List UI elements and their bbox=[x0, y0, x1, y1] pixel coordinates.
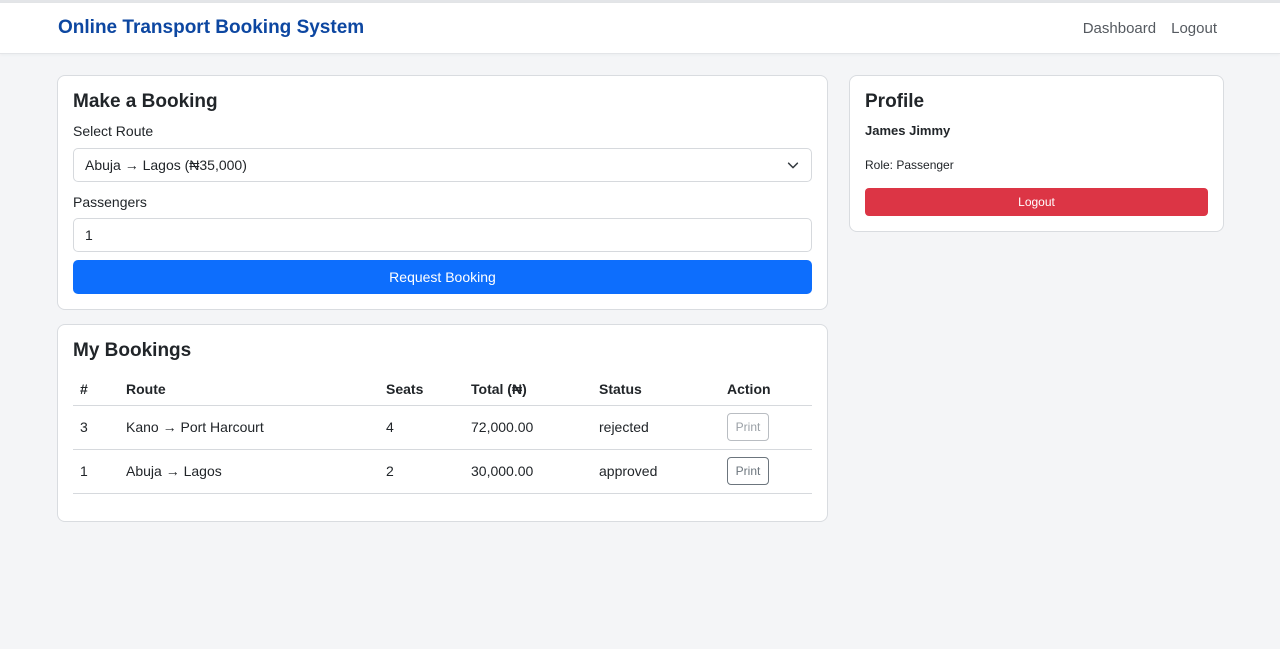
profile-name: James Jimmy bbox=[865, 123, 951, 138]
cell-action: Print bbox=[720, 449, 812, 494]
cell-total: 72,000.00 bbox=[464, 405, 592, 450]
cell-status: rejected bbox=[592, 405, 720, 450]
col-header-status: Status bbox=[592, 373, 720, 406]
nav-dashboard-link[interactable]: Dashboard bbox=[1083, 20, 1156, 37]
brand-title[interactable]: Online Transport Booking System bbox=[58, 17, 364, 39]
nav-links: Dashboard Logout bbox=[1083, 20, 1217, 37]
passengers-value: 1 bbox=[85, 227, 93, 243]
route-select[interactable]: Abuja → Lagos (₦35,000) bbox=[73, 148, 812, 182]
profile-logout-button[interactable]: Logout bbox=[865, 188, 1208, 216]
cell-route: Kano → Port Harcourt bbox=[119, 405, 379, 450]
bookings-table: # Route Seats Total (₦) Status Action 3 … bbox=[73, 373, 812, 494]
passengers-label: Passengers bbox=[73, 194, 147, 210]
cell-action: Print bbox=[720, 405, 812, 450]
top-navbar: Online Transport Booking System Dashboar… bbox=[0, 3, 1280, 54]
cell-status: approved bbox=[592, 449, 720, 494]
col-header-seats: Seats bbox=[379, 373, 464, 406]
route-label: Select Route bbox=[73, 123, 154, 139]
route-select-value: Abuja → Lagos (₦35,000) bbox=[85, 157, 247, 173]
cell-id: 1 bbox=[73, 449, 119, 494]
cell-seats: 2 bbox=[379, 449, 464, 494]
nav-logout-link[interactable]: Logout bbox=[1171, 20, 1217, 37]
cell-total: 30,000.00 bbox=[464, 449, 592, 494]
col-header-route: Route bbox=[119, 373, 379, 406]
chevron-down-icon bbox=[787, 162, 799, 169]
col-header-id: # bbox=[73, 373, 119, 406]
my-bookings-card: My Bookings # Route Seats Total (₦) Stat… bbox=[57, 324, 828, 522]
col-header-total: Total (₦) bbox=[464, 373, 592, 406]
profile-title: Profile bbox=[865, 91, 925, 112]
table-row: 3 Kano → Port Harcourt 4 72,000.00 rejec… bbox=[73, 405, 812, 450]
table-header-row: # Route Seats Total (₦) Status Action bbox=[73, 373, 812, 406]
make-booking-card: Make a Booking Select Route Abuja → Lago… bbox=[57, 75, 828, 310]
print-button[interactable]: Print bbox=[727, 457, 769, 485]
profile-role: Role: Passenger bbox=[865, 158, 954, 172]
passengers-input[interactable]: 1 bbox=[73, 218, 812, 252]
table-row: 1 Abuja → Lagos 2 30,000.00 approved Pri… bbox=[73, 449, 812, 494]
col-header-action: Action bbox=[720, 373, 812, 406]
cell-seats: 4 bbox=[379, 405, 464, 450]
my-bookings-title: My Bookings bbox=[73, 340, 192, 361]
make-booking-title: Make a Booking bbox=[73, 91, 218, 112]
profile-card: Profile James Jimmy Role: Passenger Logo… bbox=[849, 75, 1224, 232]
cell-route: Abuja → Lagos bbox=[119, 449, 379, 494]
request-booking-button[interactable]: Request Booking bbox=[73, 260, 812, 294]
print-button[interactable]: Print bbox=[727, 413, 769, 441]
cell-id: 3 bbox=[73, 405, 119, 450]
